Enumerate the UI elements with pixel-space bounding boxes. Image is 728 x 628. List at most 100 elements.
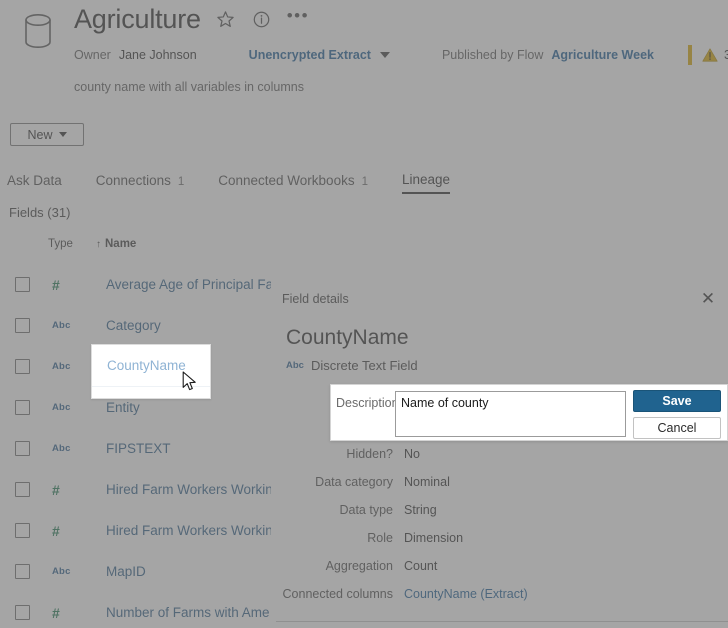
page-title: Agriculture	[74, 4, 201, 34]
tab-label: Lineage	[401, 172, 451, 187]
property-label: Data type	[339, 503, 393, 517]
row-checkbox[interactable]	[15, 605, 30, 620]
field-name-link[interactable]: Number of Farms with Ame	[106, 605, 271, 620]
warning-triangle-icon	[702, 48, 718, 62]
description-input[interactable]	[395, 391, 626, 437]
column-header-name[interactable]: ↑ Name	[96, 238, 136, 250]
field-name-link[interactable]: MapID	[106, 564, 271, 579]
detail-field-name: CountyName	[286, 326, 409, 349]
connected-column-link[interactable]: CountyName (Extract)	[404, 587, 528, 601]
field-type-icon: Abc	[52, 320, 71, 331]
database-icon	[20, 9, 56, 53]
chevron-down-icon	[58, 132, 67, 137]
property-value: String	[404, 503, 437, 517]
property-value: Nominal	[404, 475, 450, 489]
property-row-data-type: Data type String	[272, 503, 728, 531]
tab-label: Connections	[95, 173, 171, 188]
column-header-type[interactable]: Type	[48, 238, 73, 250]
tab-ask-data[interactable]: Ask Data	[7, 173, 62, 194]
property-row-aggregation: Aggregation Count	[272, 559, 728, 587]
row-checkbox[interactable]	[15, 359, 30, 374]
field-properties-list: Hidden? No Data category Nominal Data ty…	[272, 447, 728, 615]
tab-count: 1	[361, 176, 368, 188]
property-row-role: Role Dimension	[272, 531, 728, 559]
detail-field-type: Abc Discrete Text Field	[286, 358, 418, 373]
property-row-data-category: Data category Nominal	[272, 475, 728, 503]
field-details-title: Field details	[282, 292, 349, 306]
field-name-link[interactable]: FIPSTEXT	[106, 441, 271, 456]
title-row: Agriculture •••	[74, 2, 309, 36]
field-type-icon: Abc	[52, 361, 71, 372]
datasource-description: county name with all variables in column…	[74, 80, 304, 94]
description-label: Description	[336, 396, 399, 410]
page-header: Agriculture ••• Owner Jane Johnson Unenc…	[0, 0, 728, 94]
field-hover-card[interactable]: CountyName	[91, 344, 211, 399]
data-quality-warning-text[interactable]: 3 data quality w	[724, 48, 728, 62]
row-checkbox[interactable]	[15, 523, 30, 538]
field-type-icon: #	[52, 604, 60, 621]
info-icon[interactable]	[251, 8, 273, 30]
column-header-name-label: Name	[105, 238, 137, 250]
row-checkbox[interactable]	[15, 482, 30, 497]
new-button-label: New	[27, 127, 53, 142]
tab-bar: Ask Data Connections 1 Connected Workbook…	[0, 172, 484, 194]
property-value: No	[404, 447, 420, 461]
app-content: Agriculture ••• Owner Jane Johnson Unenc…	[0, 0, 728, 628]
description-editor: Description Save Cancel	[330, 384, 728, 441]
published-flow-link[interactable]: Agriculture Week	[551, 48, 654, 62]
field-name-link[interactable]: Hired Farm Workers Working	[106, 523, 271, 538]
property-value: Count	[404, 559, 438, 573]
chevron-down-icon[interactable]	[379, 52, 390, 58]
hover-card-field-name[interactable]: CountyName	[107, 358, 186, 373]
tab-label: Connected Workbooks	[218, 173, 355, 188]
field-type-icon: Abc	[52, 402, 71, 413]
ellipsis-icon[interactable]: •••	[287, 6, 309, 30]
property-label: Role	[367, 531, 393, 545]
property-value: Dimension	[404, 531, 464, 545]
close-icon[interactable]: ✕	[698, 288, 718, 308]
property-label: Connected columns	[282, 587, 393, 601]
property-label: Hidden?	[346, 447, 393, 461]
field-type-icon: #	[52, 481, 60, 498]
property-row-hidden: Hidden? No	[272, 447, 728, 475]
tab-connected-workbooks[interactable]: Connected Workbooks 1	[218, 173, 368, 194]
tab-label: Ask Data	[7, 173, 62, 188]
tab-connections[interactable]: Connections 1	[96, 173, 184, 194]
save-button[interactable]: Save	[633, 390, 721, 412]
field-type-icon: Abc	[52, 443, 71, 454]
owner-value: Jane Johnson	[118, 48, 197, 62]
metadata-row: Owner Jane Johnson Unencrypted Extract P…	[74, 45, 728, 65]
abc-type-icon: Abc	[286, 360, 304, 371]
row-checkbox[interactable]	[15, 400, 30, 415]
row-checkbox[interactable]	[15, 318, 30, 333]
published-by-label: Published by Flow	[441, 48, 544, 62]
field-type-icon: #	[52, 522, 60, 539]
detail-field-type-label: Discrete Text Field	[310, 358, 418, 373]
new-button[interactable]: New	[10, 123, 84, 146]
hover-card-divider	[92, 386, 210, 387]
extract-link[interactable]: Unencrypted Extract	[249, 48, 371, 62]
field-name-link[interactable]: Entity	[106, 400, 271, 415]
field-name-link[interactable]: Average Age of Principal Farm Operators:…	[106, 277, 271, 292]
row-checkbox[interactable]	[15, 441, 30, 456]
tab-lineage[interactable]: Lineage	[401, 172, 451, 194]
tab-count: 1	[177, 176, 185, 188]
field-name-link[interactable]: Category	[106, 318, 271, 333]
star-icon[interactable]	[215, 8, 237, 30]
property-label: Data category	[315, 475, 393, 489]
property-label: Aggregation	[325, 559, 393, 573]
row-checkbox[interactable]	[15, 277, 30, 292]
field-type-icon: #	[52, 276, 60, 293]
row-checkbox[interactable]	[15, 564, 30, 579]
field-name-link[interactable]: Hired Farm Workers Working	[106, 482, 271, 497]
property-row-connected-columns: Connected columns CountyName (Extract)	[272, 587, 728, 615]
field-details-panel: Field details ✕ CountyName Abc Discrete …	[272, 290, 728, 628]
cancel-button[interactable]: Cancel	[633, 417, 721, 439]
fields-heading: Fields (31)	[9, 205, 71, 220]
field-type-icon: Abc	[52, 566, 71, 577]
sort-ascending-icon: ↑	[96, 239, 101, 250]
panel-divider	[276, 621, 728, 622]
warning-accent-bar	[687, 45, 692, 65]
page-root: Agriculture ••• Owner Jane Johnson Unenc…	[0, 0, 728, 628]
owner-label: Owner	[74, 48, 111, 62]
